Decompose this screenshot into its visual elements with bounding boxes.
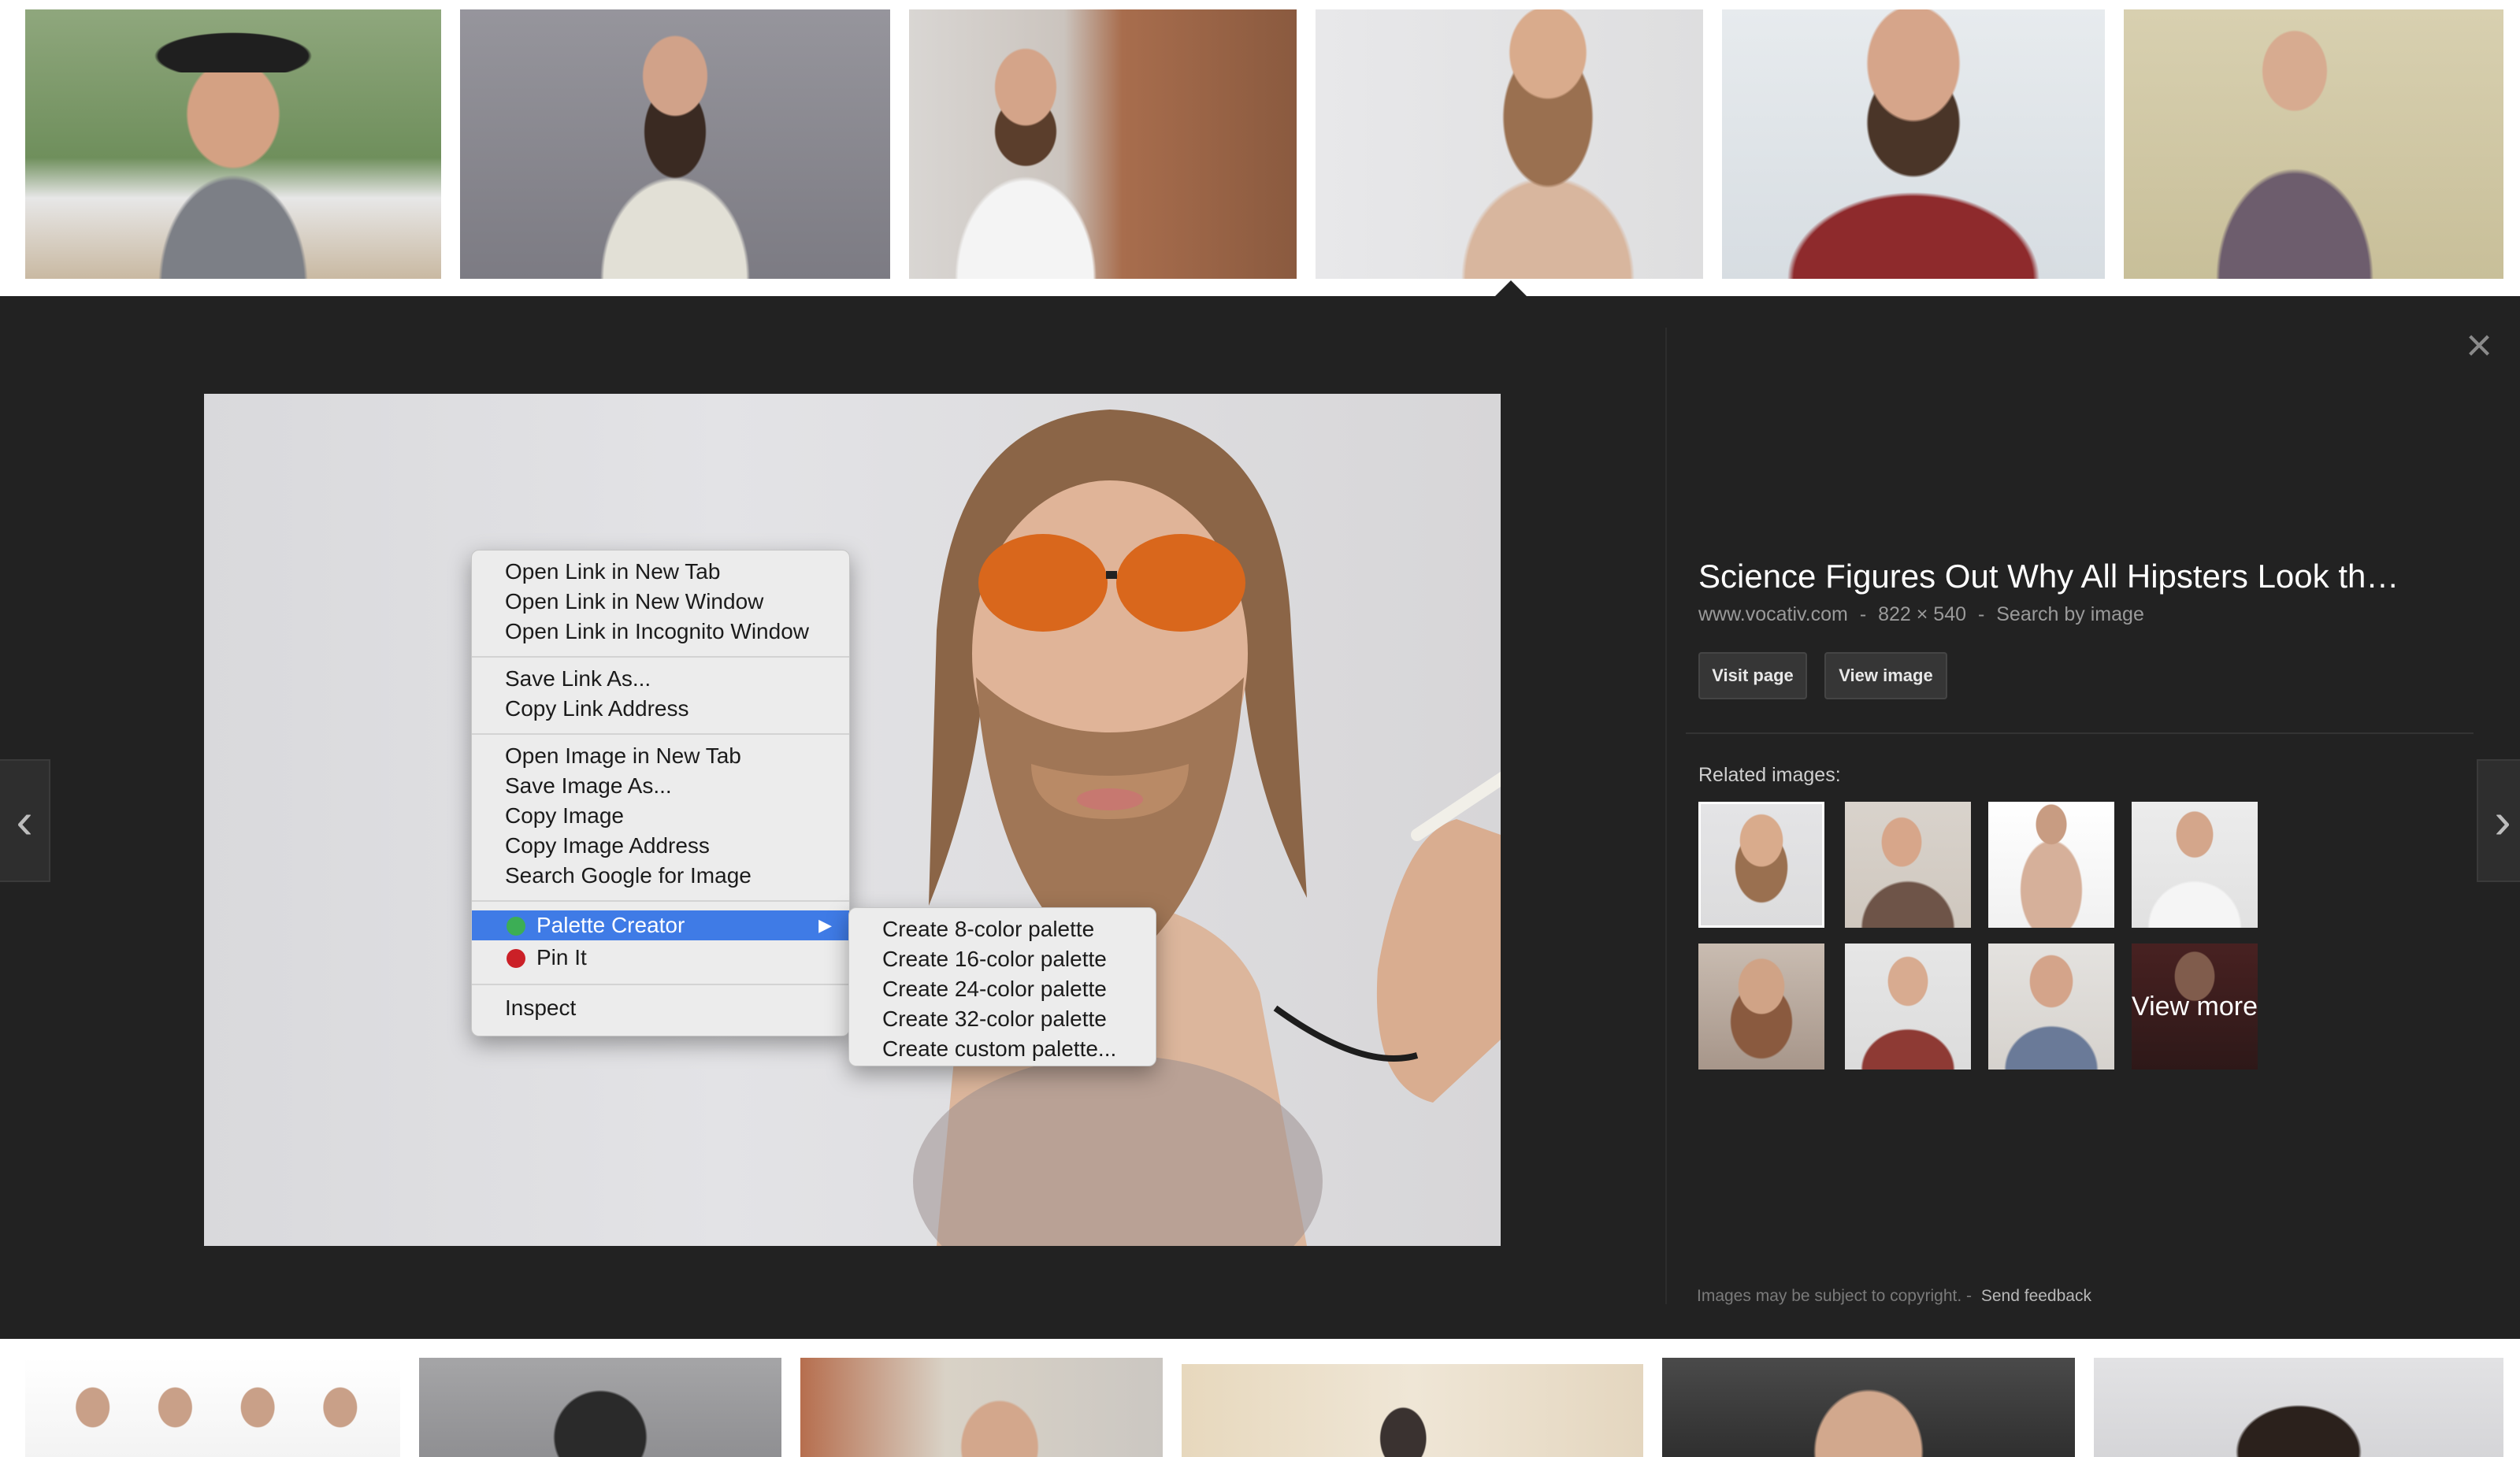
image-title[interactable]: Science Figures Out Why All Hipsters Loo…	[1698, 558, 2455, 595]
menu-separator	[472, 733, 849, 735]
menu-item-palette-creator[interactable]: Palette Creator ▶	[472, 910, 849, 940]
panel-divider	[1665, 328, 1667, 1304]
related-image[interactable]	[1845, 802, 1971, 928]
image-dimensions: 822 × 540	[1878, 603, 1967, 625]
hipster-portrait-illustration	[913, 410, 1501, 1246]
submenu-arrow-icon: ▶	[818, 915, 832, 935]
main-preview-image[interactable]	[204, 394, 1501, 1246]
thumbnail-image[interactable]	[1722, 9, 2105, 279]
image-detail-panel: ‹ › × Science Figures Out Why All Hipste…	[0, 296, 2520, 1339]
chevron-left-icon: ‹	[16, 792, 33, 849]
menu-separator	[472, 984, 849, 985]
pinterest-icon	[507, 949, 525, 968]
submenu-item-8-color[interactable]: Create 8-color palette	[849, 914, 1156, 944]
copyright-footer: Images may be subject to copyright. - Se…	[1697, 1287, 2091, 1306]
meta-separator: -	[1977, 603, 1985, 625]
submenu-item-16-color[interactable]: Create 16-color palette	[849, 944, 1156, 974]
thumbnail-image[interactable]	[1182, 1364, 1643, 1457]
view-image-button[interactable]: View image	[1824, 652, 1947, 699]
related-image[interactable]	[1845, 944, 1971, 1070]
thumbnail-image[interactable]	[1316, 9, 1703, 279]
related-image[interactable]	[1988, 802, 2114, 928]
view-more-label: View more	[2132, 944, 2258, 1070]
menu-item-inspect[interactable]: Inspect	[472, 993, 849, 1023]
menu-item-label: Palette Creator	[536, 913, 685, 937]
thumbnail-image[interactable]	[25, 9, 441, 279]
copyright-note: Images may be subject to copyright.	[1697, 1287, 1962, 1305]
menu-separator	[472, 656, 849, 658]
menu-item-copy-image[interactable]: Copy Image	[472, 801, 849, 831]
meta-separator: -	[1859, 603, 1867, 625]
close-icon: ×	[2466, 320, 2492, 371]
menu-item-copy-image-address[interactable]: Copy Image Address	[472, 831, 849, 861]
related-image-view-more[interactable]: View more	[2132, 944, 2258, 1070]
menu-item-label: Pin It	[536, 945, 587, 969]
source-domain[interactable]: www.vocativ.com	[1698, 603, 1848, 625]
menu-item-open-link-new-window[interactable]: Open Link in New Window	[472, 587, 849, 617]
thumbnail-image[interactable]	[2094, 1358, 2503, 1457]
chevron-right-icon: ›	[2494, 792, 2511, 849]
menu-item-save-link-as[interactable]: Save Link As...	[472, 664, 849, 694]
top-thumbnail-row	[0, 0, 2520, 296]
menu-item-open-image-new-tab[interactable]: Open Image in New Tab	[472, 741, 849, 771]
menu-separator	[472, 900, 849, 902]
image-meta: www.vocativ.com - 822 × 540 - Search by …	[1698, 603, 2151, 626]
palette-creator-icon	[507, 917, 525, 936]
related-image[interactable]	[1698, 802, 1824, 928]
close-detail-button[interactable]: ×	[2461, 323, 2497, 369]
thumbnail-image[interactable]	[800, 1358, 1163, 1457]
menu-item-open-link-incognito[interactable]: Open Link in Incognito Window	[472, 617, 849, 647]
submenu-item-24-color[interactable]: Create 24-color palette	[849, 974, 1156, 1004]
submenu-item-custom[interactable]: Create custom palette...	[849, 1034, 1156, 1064]
search-by-image-link[interactable]: Search by image	[1996, 603, 2144, 625]
bottom-thumbnail-row	[0, 1339, 2520, 1457]
visit-page-button[interactable]: Visit page	[1698, 652, 1807, 699]
previous-image-button[interactable]: ‹	[0, 759, 50, 882]
menu-item-pin-it[interactable]: Pin It	[472, 943, 849, 973]
menu-item-save-image-as[interactable]: Save Image As...	[472, 771, 849, 801]
menu-item-search-google-for-image[interactable]: Search Google for Image	[472, 861, 849, 891]
submenu-item-32-color[interactable]: Create 32-color palette	[849, 1004, 1156, 1034]
menu-item-open-link-new-tab[interactable]: Open Link in New Tab	[472, 557, 849, 587]
related-image[interactable]	[1988, 944, 2114, 1070]
related-image[interactable]	[2132, 802, 2258, 928]
info-divider	[1686, 732, 2474, 734]
palette-submenu: Create 8-color palette Create 16-color p…	[848, 907, 1156, 1066]
thumbnail-image[interactable]	[1662, 1358, 2075, 1457]
menu-item-copy-link-address[interactable]: Copy Link Address	[472, 694, 849, 724]
related-image[interactable]	[1698, 944, 1824, 1070]
context-menu: Open Link in New Tab Open Link in New Wi…	[471, 550, 850, 1036]
thumbnail-image[interactable]	[419, 1358, 781, 1457]
send-feedback-link[interactable]: Send feedback	[1981, 1287, 2091, 1305]
meta-separator: -	[1966, 1287, 1973, 1305]
thumbnail-image[interactable]	[2124, 9, 2503, 279]
thumbnail-image[interactable]	[909, 9, 1297, 279]
thumbnail-image[interactable]	[25, 1358, 400, 1457]
next-image-button[interactable]: ›	[2477, 759, 2520, 882]
thumbnail-image[interactable]	[460, 9, 890, 279]
selected-thumbnail-caret	[1494, 280, 1528, 298]
related-images-label: Related images:	[1698, 764, 1841, 786]
